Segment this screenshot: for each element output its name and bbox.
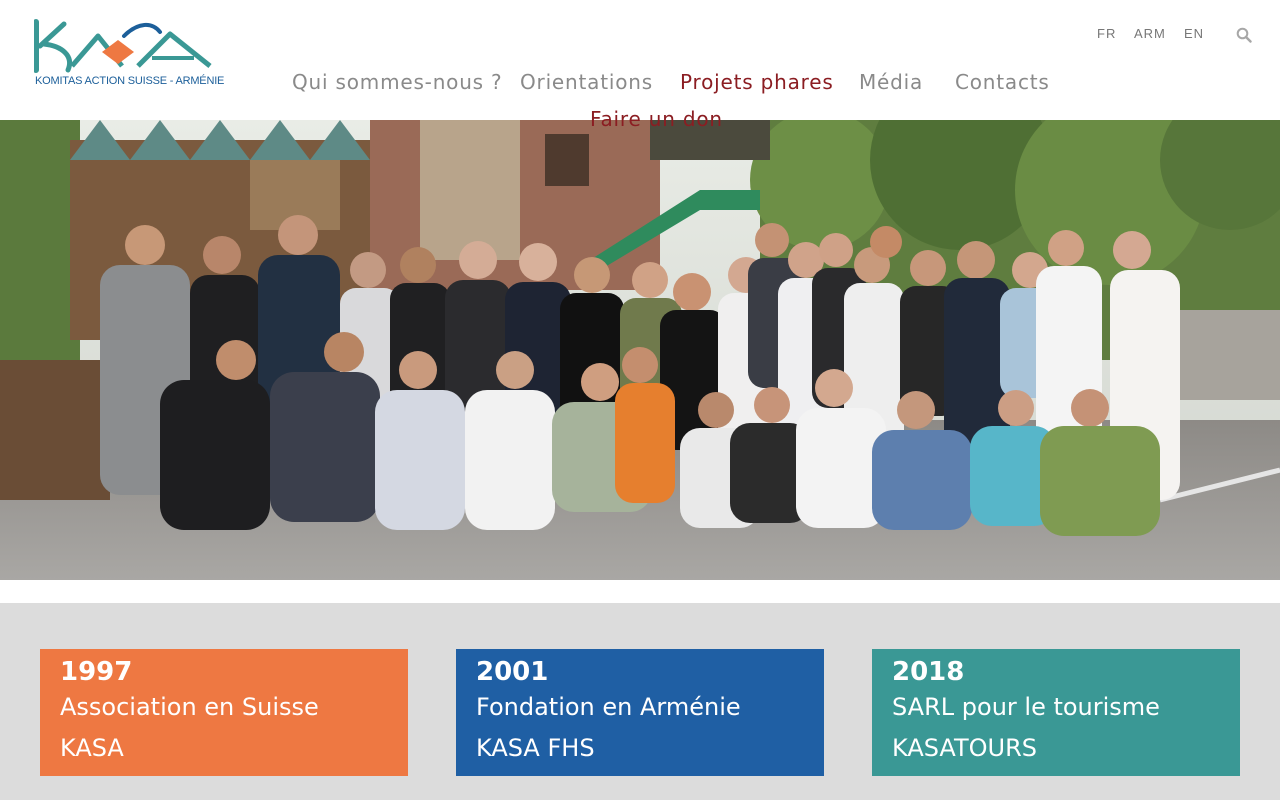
history-card-kasa-fhs[interactable]: 2001 Fondation en Arménie KASA FHS (456, 649, 824, 776)
nav-orientations[interactable]: Orientations (520, 70, 653, 94)
card-description: Association en Suisse (60, 693, 319, 721)
group-photo-illustration (0, 120, 1280, 580)
language-arm-link[interactable]: ARM (1134, 26, 1166, 41)
site-header: KOMITAS ACTION SUISSE - ARMÉNIE FR ARM E… (0, 0, 1280, 120)
nav-projets-phares[interactable]: Projets phares (680, 70, 834, 94)
logo-tagline: KOMITAS ACTION SUISSE - ARMÉNIE (35, 75, 225, 87)
search-icon[interactable] (1236, 27, 1252, 43)
card-year: 2001 (476, 657, 549, 687)
card-entity-name: KASATOURS (892, 734, 1037, 762)
card-year: 1997 (60, 657, 133, 687)
history-card-kasatours[interactable]: 2018 SARL pour le tourisme KASATOURS (872, 649, 1240, 776)
nav-media[interactable]: Média (859, 70, 923, 94)
history-band: 1997 Association en Suisse KASA 2001 Fon… (0, 603, 1280, 800)
card-entity-name: KASA FHS (476, 734, 595, 762)
language-fr-link[interactable]: FR (1097, 26, 1116, 41)
kasa-logo-mark (34, 19, 212, 73)
nav-faire-un-don[interactable]: Faire un don (590, 107, 723, 131)
nav-contacts[interactable]: Contacts (955, 70, 1050, 94)
card-description: Fondation en Arménie (476, 693, 741, 721)
card-description: SARL pour le tourisme (892, 693, 1160, 721)
hero-group-photo (0, 120, 1280, 580)
history-card-kasa[interactable]: 1997 Association en Suisse KASA (40, 649, 408, 776)
card-entity-name: KASA (60, 734, 124, 762)
language-en-link[interactable]: EN (1184, 26, 1204, 41)
kasa-logo[interactable]: KOMITAS ACTION SUISSE - ARMÉNIE (34, 16, 224, 92)
card-year: 2018 (892, 657, 965, 687)
nav-qui-sommes-nous[interactable]: Qui sommes-nous ? (292, 70, 502, 94)
